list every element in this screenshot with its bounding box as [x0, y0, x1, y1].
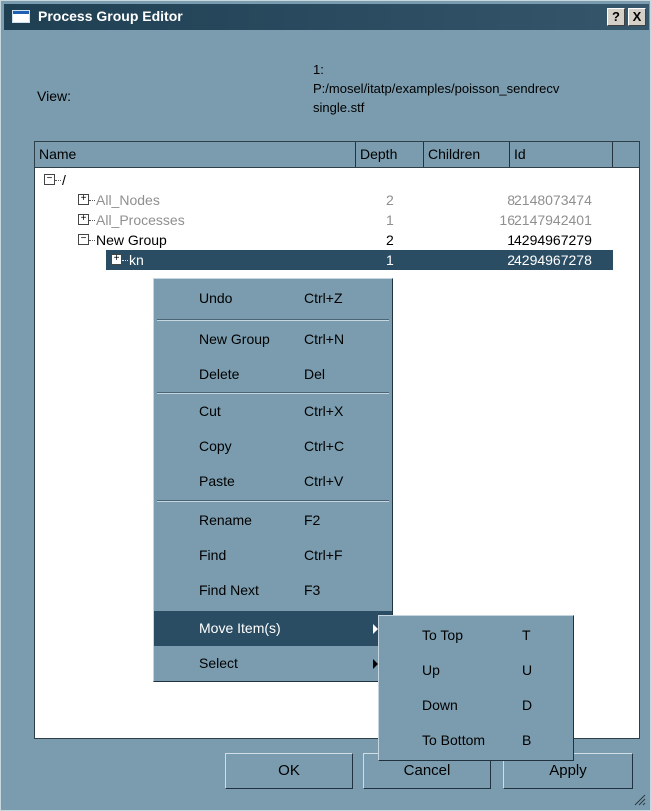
row-id: 2148073474 — [514, 192, 592, 208]
menu-item-cut[interactable]: Cut Ctrl+X — [154, 394, 392, 429]
view-path: 1: P:/mosel/itatp/examples/poisson_sendr… — [313, 60, 643, 117]
row-depth: 1 — [386, 212, 394, 228]
menu-separator — [157, 319, 389, 321]
menu-item-label: Rename — [199, 512, 252, 528]
expand-icon[interactable]: + — [111, 254, 122, 265]
collapse-icon[interactable]: − — [44, 174, 55, 185]
menu-item-shortcut: Ctrl+X — [304, 403, 344, 419]
menu-item-label: New Group — [199, 331, 270, 347]
menu-item-label: Select — [199, 655, 238, 671]
row-id: 2147942401 — [514, 212, 592, 228]
view-path-line: single.stf — [313, 100, 365, 115]
column-depth[interactable]: Depth — [356, 142, 424, 167]
menu-item-find-next[interactable]: Find Next F3 — [154, 573, 392, 608]
menu-item-shortcut: Ctrl+N — [304, 331, 345, 347]
tree-row-selected[interactable]: + kn 1 2 4294967278 — [35, 250, 639, 270]
tree-row[interactable]: + All_Processes 1 16 2147942401 — [35, 210, 639, 230]
tree-connector — [122, 260, 128, 261]
menu-item-shortcut: Del — [304, 366, 326, 382]
row-children: 8 — [507, 192, 515, 208]
move-items-submenu: To Top T Up U Down D To Bottom B — [378, 615, 574, 761]
expand-icon[interactable]: + — [78, 214, 89, 225]
menu-item-label: Down — [422, 697, 458, 713]
menu-item-label: Move Item(s) — [199, 620, 281, 636]
menu-item-label: Up — [422, 662, 440, 678]
submenu-item-down[interactable]: Down D — [379, 688, 573, 723]
tree-connector — [89, 220, 95, 221]
window-icon — [12, 10, 30, 23]
menu-item-paste[interactable]: Paste Ctrl+V — [154, 464, 392, 499]
menu-item-label: Find — [199, 547, 227, 563]
menu-item-rename[interactable]: Rename F2 — [154, 503, 392, 538]
menu-item-shortcut: F2 — [304, 512, 321, 528]
menu-item-shortcut: D — [522, 697, 533, 713]
row-id: 4294967279 — [514, 232, 592, 248]
menu-item-shortcut: Ctrl+V — [304, 473, 344, 489]
row-depth: 2 — [386, 192, 394, 208]
menu-item-undo[interactable]: Undo Ctrl+Z — [154, 281, 392, 316]
collapse-icon[interactable]: − — [78, 234, 89, 245]
menu-item-shortcut: Ctrl+F — [304, 547, 343, 563]
tree-row[interactable]: − New Group 2 1 4294967279 — [35, 230, 639, 250]
menu-item-shortcut: T — [522, 627, 531, 643]
row-children: 1 — [507, 232, 515, 248]
row-children: 2 — [507, 252, 515, 268]
row-name: / — [62, 172, 66, 188]
column-header: Name Depth Children Id — [35, 142, 639, 168]
tree-connector — [55, 180, 61, 181]
column-name[interactable]: Name — [35, 142, 356, 167]
menu-item-shortcut: F3 — [304, 582, 321, 598]
menu-item-label: Undo — [199, 290, 233, 306]
help-button[interactable]: ? — [607, 8, 625, 26]
view-path-line: 1: — [313, 62, 324, 77]
menu-item-shortcut: U — [522, 662, 533, 678]
menu-item-copy[interactable]: Copy Ctrl+C — [154, 429, 392, 464]
view-path-line: P:/mosel/itatp/examples/poisson_sendrecv — [313, 81, 560, 96]
menu-item-find[interactable]: Find Ctrl+F — [154, 538, 392, 573]
column-children[interactable]: Children — [424, 142, 510, 167]
process-group-editor-window: Process Group Editor ? X View: 1: P:/mos… — [0, 0, 651, 811]
tree-connector — [89, 240, 95, 241]
menu-item-label: Find Next — [199, 582, 259, 598]
column-id[interactable]: Id — [510, 142, 613, 167]
submenu-item-to-top[interactable]: To Top T — [379, 618, 573, 653]
row-name: All_Nodes — [96, 192, 160, 208]
menu-separator — [157, 500, 389, 502]
row-id: 4294967278 — [514, 252, 592, 268]
menu-item-new-group[interactable]: New Group Ctrl+N — [154, 322, 392, 357]
menu-item-shortcut: Ctrl+C — [304, 438, 345, 454]
title-bar[interactable]: Process Group Editor ? X — [4, 4, 649, 30]
menu-item-label: To Top — [422, 627, 463, 643]
menu-item-shortcut: B — [522, 732, 532, 748]
window-title: Process Group Editor — [38, 8, 183, 24]
resize-grip-icon[interactable] — [634, 794, 646, 806]
row-name: All_Processes — [96, 212, 185, 228]
menu-item-label: Cut — [199, 403, 221, 419]
menu-item-label: Paste — [199, 473, 235, 489]
menu-item-select[interactable]: Select — [154, 646, 392, 681]
row-depth: 1 — [386, 252, 394, 268]
menu-item-delete[interactable]: Delete Del — [154, 357, 392, 392]
submenu-item-to-bottom[interactable]: To Bottom B — [379, 723, 573, 758]
menu-item-shortcut: Ctrl+Z — [304, 290, 343, 306]
row-children: 16 — [499, 212, 515, 228]
tree-row[interactable]: + All_Nodes 2 8 2148073474 — [35, 190, 639, 210]
menu-item-label: Copy — [199, 438, 232, 454]
tree-row-root[interactable]: − / — [35, 170, 639, 190]
row-name: kn — [129, 252, 144, 268]
context-menu: Undo Ctrl+Z New Group Ctrl+N Delete Del … — [153, 278, 393, 682]
expand-icon[interactable]: + — [78, 194, 89, 205]
row-depth: 2 — [386, 232, 394, 248]
tree-connector — [89, 200, 95, 201]
ok-button[interactable]: OK — [225, 753, 353, 789]
row-name: New Group — [96, 232, 167, 248]
submenu-item-up[interactable]: Up U — [379, 653, 573, 688]
view-label: View: — [37, 88, 71, 104]
menu-item-label: Delete — [199, 366, 240, 382]
menu-item-label: To Bottom — [422, 732, 486, 748]
menu-item-move-items[interactable]: Move Item(s) — [154, 611, 392, 646]
close-button[interactable]: X — [628, 8, 646, 26]
